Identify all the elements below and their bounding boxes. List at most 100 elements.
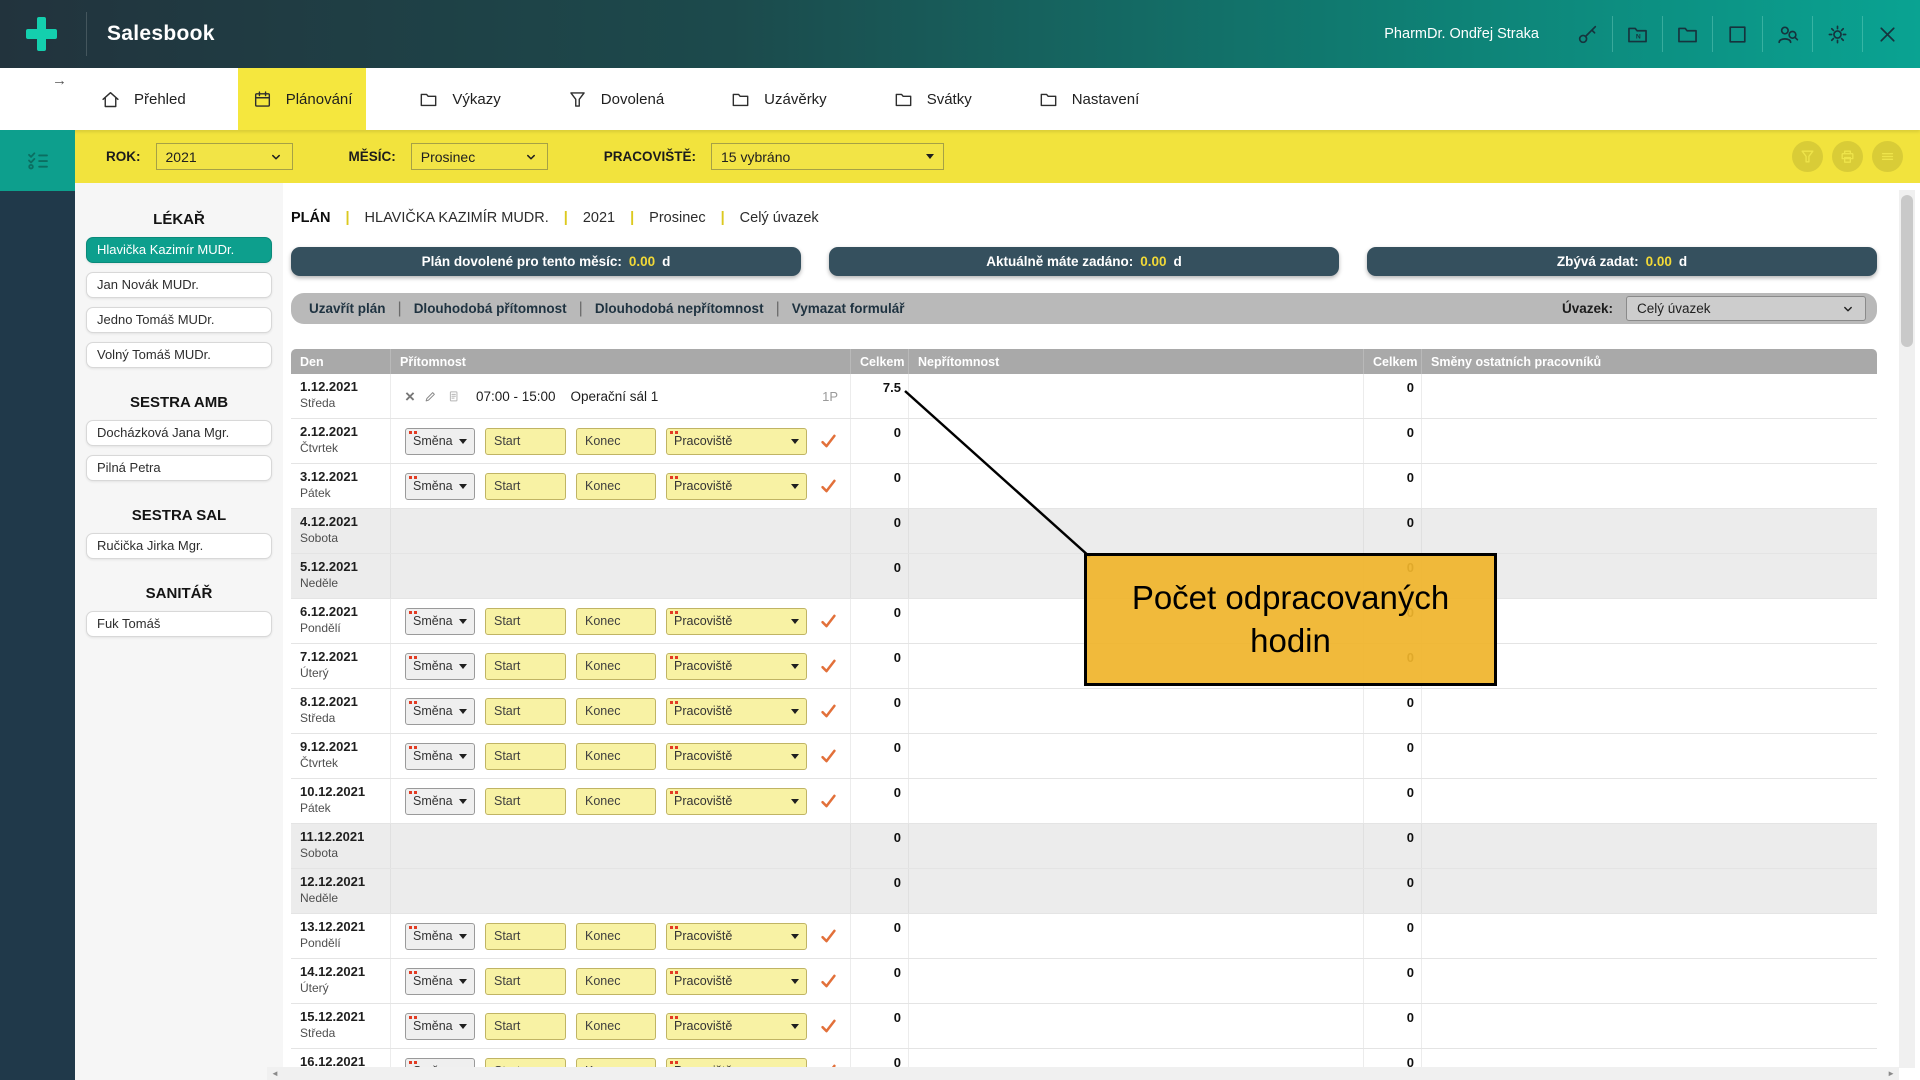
workplace-select[interactable]: Pracoviště [666,698,807,725]
year-select[interactable]: 2021 [156,143,293,170]
vertical-scrollbar[interactable] [1899,190,1915,1068]
close-icon[interactable] [1863,13,1912,55]
tab-svatky[interactable]: Svátky [879,68,986,130]
staff-item[interactable]: Pilná Petra [86,455,272,481]
vertical-scrollbar-thumb[interactable] [1901,195,1913,347]
toolbar-action[interactable]: Vymazat formulář [792,301,905,316]
staff-item[interactable]: Fuk Tomáš [86,611,272,637]
print-button[interactable] [1832,141,1863,172]
toolbar-action[interactable]: Dlouhodobá nepřítomnost [595,301,764,316]
confirm-check-icon[interactable] [819,971,838,991]
workplace-select[interactable]: Pracoviště [666,968,807,995]
confirm-check-icon[interactable] [819,701,838,721]
workplace-select[interactable]: Pracoviště [666,1013,807,1040]
start-time-input[interactable] [485,608,566,635]
note-icon[interactable] [446,389,461,404]
staff-item[interactable]: Hlavička Kazimír MUDr. [86,237,272,263]
staff-item[interactable]: Jedno Tomáš MUDr. [86,307,272,333]
tab-vykazy[interactable]: Výkazy [404,68,514,130]
end-time-input[interactable] [576,743,656,770]
others-shifts-cell [1422,734,1877,778]
shift-type-select[interactable]: Směna [405,968,475,995]
rok-label: ROK: [106,149,141,164]
square-icon[interactable] [1713,13,1762,55]
end-time-input[interactable] [576,608,656,635]
shift-type-select[interactable]: Směna [405,698,475,725]
toolbar-action[interactable]: Uzavřít plán [309,301,386,316]
tab-nastaveni[interactable]: Nastavení [1024,68,1154,130]
delete-shift-icon[interactable]: × [405,388,415,405]
end-time-input[interactable] [576,653,656,680]
staff-item[interactable]: Jan Novák MUDr. [86,272,272,298]
user-search-icon[interactable] [1763,13,1812,55]
start-time-input[interactable] [485,1013,566,1040]
scroll-right-arrow-icon[interactable]: ► [1887,1070,1895,1078]
shift-type-select[interactable]: Směna [405,428,475,455]
start-time-input[interactable] [485,968,566,995]
confirm-check-icon[interactable] [819,476,838,496]
start-time-input[interactable] [485,428,566,455]
start-time-input[interactable] [485,653,566,680]
shift-type-select[interactable]: Směna [405,788,475,815]
filter-button[interactable] [1792,141,1823,172]
breadcrumb-item[interactable]: 2021 [583,210,615,226]
tab-uzaverky[interactable]: Uzávěrky [716,68,841,130]
start-time-input[interactable] [485,698,566,725]
tab-prehled[interactable]: Přehled [86,68,200,130]
shift-type-select[interactable]: Směna [405,473,475,500]
workplace-select[interactable]: Pracoviště [666,653,807,680]
menu-button[interactable] [1872,141,1903,172]
workplace-select[interactable]: Pracoviště [666,923,807,950]
staff-item[interactable]: Docházková Jana Mgr. [86,420,272,446]
start-time-input[interactable] [485,788,566,815]
shift-type-select[interactable]: Směna [405,1013,475,1040]
scroll-left-arrow-icon[interactable]: ◄ [271,1070,279,1078]
shift-type-select[interactable]: Směna [405,923,475,950]
month-select[interactable]: Prosinec [411,143,548,170]
workplace-select[interactable]: Pracoviště [666,788,807,815]
end-time-input[interactable] [576,788,656,815]
confirm-check-icon[interactable] [819,791,838,811]
start-time-input[interactable] [485,743,566,770]
folder-icon[interactable] [1663,13,1712,55]
end-time-input[interactable] [576,428,656,455]
breadcrumb-item[interactable]: HLAVIČKA KAZIMÍR MUDR. [365,210,549,226]
folder-n-icon[interactable]: N [1613,13,1662,55]
workplace-select[interactable]: Pracoviště [666,428,807,455]
horizontal-scrollbar[interactable]: ◄ ► [267,1067,1899,1080]
uvazek-select[interactable]: Celý úvazek [1626,296,1866,321]
shift-type-select[interactable]: Směna [405,608,475,635]
toolbar-action[interactable]: Dlouhodobá přítomnost [414,301,567,316]
collapse-arrow-icon[interactable]: → [52,72,67,89]
end-time-input[interactable] [576,923,656,950]
start-time-input[interactable] [485,473,566,500]
shift-type-select[interactable]: Směna [405,743,475,770]
workplace-filter-select[interactable]: 15 vybráno [711,143,944,170]
end-time-input[interactable] [576,1013,656,1040]
table-body: 1.12.2021Středa×07:00 - 15:00Operační sá… [291,374,1877,1068]
confirm-check-icon[interactable] [819,926,838,946]
edit-shift-icon[interactable] [423,389,438,404]
end-time-input[interactable] [576,698,656,725]
staff-item[interactable]: Ručička Jirka Mgr. [86,533,272,559]
breadcrumb-item[interactable]: Celý úvazek [740,210,819,226]
breadcrumb-item[interactable]: Prosinec [649,210,705,226]
staff-item[interactable]: Volný Tomáš MUDr. [86,342,272,368]
gear-icon[interactable] [1813,13,1862,55]
confirm-check-icon[interactable] [819,611,838,631]
confirm-check-icon[interactable] [819,431,838,451]
tab-planovani[interactable]: Plánování [238,68,367,130]
workplace-select[interactable]: Pracoviště [666,608,807,635]
confirm-check-icon[interactable] [819,746,838,766]
key-icon[interactable] [1563,13,1612,55]
confirm-check-icon[interactable] [819,656,838,676]
checklist-toggle-button[interactable] [0,130,75,191]
workplace-select[interactable]: Pracoviště [666,743,807,770]
start-time-input[interactable] [485,923,566,950]
workplace-select[interactable]: Pracoviště [666,473,807,500]
shift-type-select[interactable]: Směna [405,653,475,680]
tab-dovolena[interactable]: Dovolená [553,68,678,130]
end-time-input[interactable] [576,968,656,995]
end-time-input[interactable] [576,473,656,500]
confirm-check-icon[interactable] [819,1016,838,1036]
